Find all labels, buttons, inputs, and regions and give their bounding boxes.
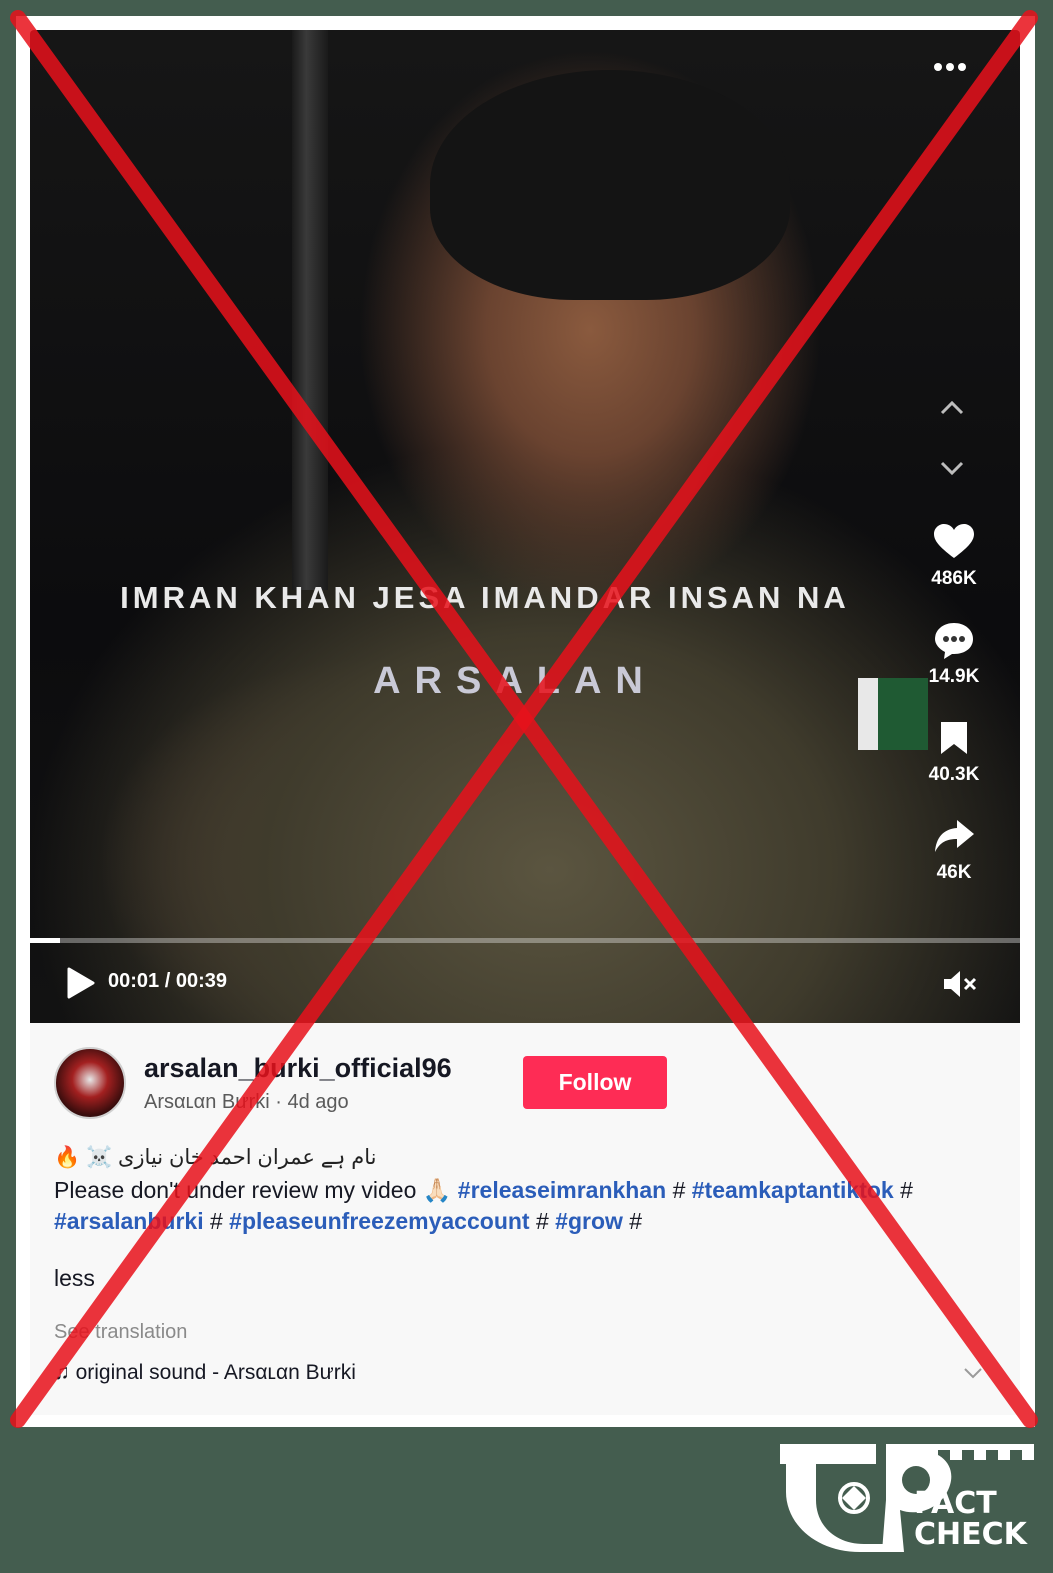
hashtag-separator: # (629, 1208, 643, 1234)
like-count: 486K (931, 568, 977, 589)
save-button[interactable]: 40.3K (914, 716, 994, 786)
video-player[interactable]: IMRAN KHAN JESA IMANDAR INSAN NA ARSALAN… (30, 30, 1020, 1023)
comment-button[interactable]: 14.9K (914, 618, 994, 688)
sound-label: original sound - Arsαʟαn Bưrki (75, 1361, 356, 1384)
playback-time: 00:01 / 00:39 (108, 970, 227, 992)
share-count: 46K (936, 862, 972, 883)
share-arrow-icon (914, 814, 994, 858)
logo-text-check: CHECK (914, 1517, 1027, 1552)
hashtag-link[interactable]: #pleaseunfreezemyaccount (229, 1208, 529, 1234)
video-subject-silhouette (430, 70, 790, 300)
post-info-panel: arsalan_burki_official96 Arsαʟαn Bưrki ·… (30, 1023, 1020, 1415)
like-button[interactable]: 486K (914, 520, 994, 590)
next-video-chevron-down-icon[interactable] (938, 458, 966, 486)
more-options-icon[interactable] (930, 52, 970, 80)
previous-video-chevron-up-icon[interactable] (938, 398, 966, 426)
hashtag-separator: # (535, 1208, 549, 1234)
original-sound-link[interactable]: ♫ original sound - Arsαʟαn Bưrki (54, 1361, 356, 1385)
bookmark-icon (914, 716, 994, 760)
video-overlay-caption: IMRAN KHAN JESA IMANDAR INSAN NA (120, 580, 850, 615)
hashtag-link[interactable]: #releaseimrankhan (458, 1177, 666, 1203)
hashtag-link[interactable]: #grow (555, 1208, 623, 1234)
post-description: Please don't under review my video 🙏🏻 #r… (54, 1175, 994, 1237)
see-translation-link[interactable]: See translation (54, 1321, 187, 1344)
description-text: Please don't under review my video 🙏🏻 (54, 1177, 452, 1203)
share-button[interactable]: 46K (914, 814, 994, 884)
hashtag-separator: # (900, 1177, 913, 1203)
show-less-link[interactable]: less (54, 1265, 95, 1292)
comment-bubble-icon (914, 618, 994, 662)
heart-icon (914, 520, 994, 564)
hashtag-separator: # (209, 1208, 223, 1234)
display-name: Arsαʟαn Bưrki (144, 1091, 270, 1113)
fact-check-logo-text: FACT CHECK (914, 1488, 1027, 1550)
hashtag-separator: # (672, 1177, 686, 1203)
video-progress-fill (30, 938, 60, 943)
follow-button[interactable]: Follow (523, 1056, 667, 1109)
play-icon[interactable] (66, 966, 96, 1000)
expand-chevron-down-icon[interactable] (962, 1363, 984, 1386)
avatar[interactable] (54, 1047, 126, 1119)
muted-speaker-icon[interactable] (942, 968, 978, 1000)
caption-urdu-line: نام ہے عمران احمد خان نیازی ☠️ 🔥 (54, 1146, 377, 1169)
comment-count: 14.9K (928, 666, 980, 687)
hashtag-link[interactable]: #teamkaptantiktok (692, 1177, 894, 1203)
logo-text-fact: FACT (914, 1486, 997, 1521)
hashtag-link[interactable]: #arsalanburki (54, 1208, 204, 1234)
author-subline: Arsαʟαn Bưrki · 4d ago (144, 1091, 349, 1113)
username[interactable]: arsalan_burki_official96 (144, 1053, 452, 1084)
video-progress-bar[interactable] (30, 938, 1020, 943)
music-note-icon: ♫ (54, 1361, 76, 1384)
post-age: 4d ago (287, 1091, 349, 1113)
save-count: 40.3K (928, 764, 980, 785)
video-watermark: ARSALAN (373, 660, 657, 702)
background-stripe (292, 30, 328, 590)
